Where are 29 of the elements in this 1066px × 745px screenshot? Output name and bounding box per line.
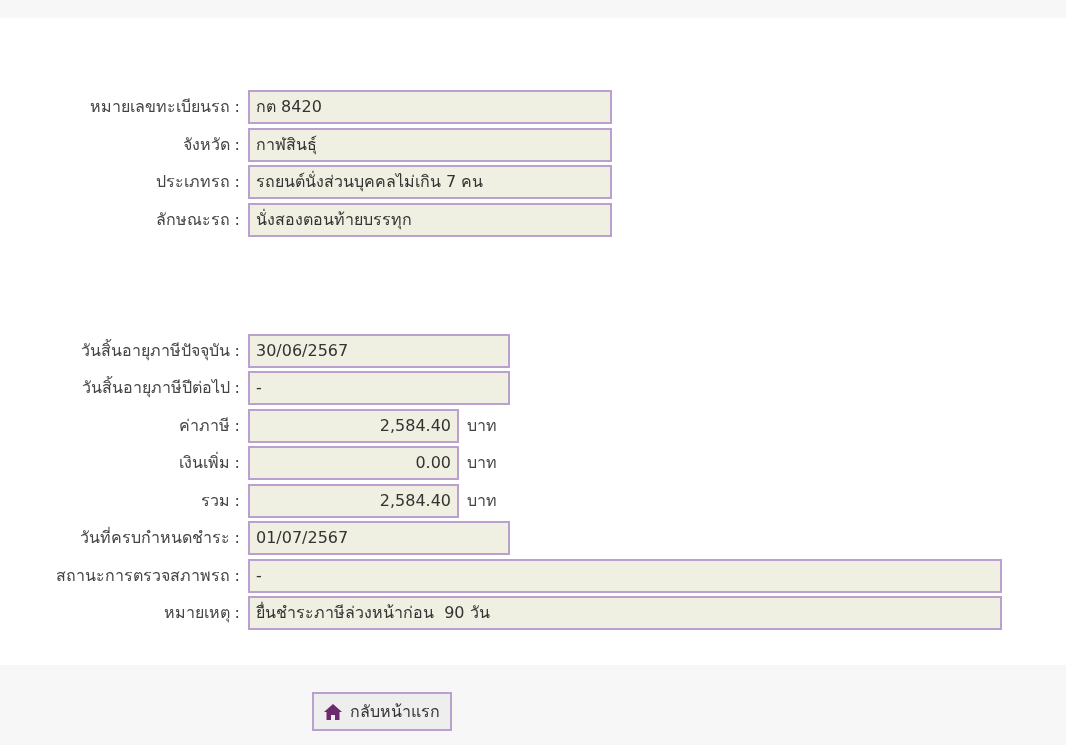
field-value: - [248,371,510,405]
field-label: รวม : [199,489,241,512]
field-label: วันสิ้นอายุภาษีปัจจุบัน : [79,338,241,363]
field-value: 30/06/2567 [248,333,510,368]
field-label: ค่าภาษี : [177,414,241,437]
unit-label: บาท [467,414,497,437]
field-label: หมายเหตุ : [162,602,241,625]
field-value: กาฬสินธุ์ [248,127,612,162]
field-label: สถานะการตรวจสภาพรถ : [54,564,241,587]
field-value: 2,584.40 [248,408,459,443]
unit-label: บาท [467,489,497,512]
home-icon [324,703,342,720]
field-label: หมายเลขทะเบียนรถ : [88,96,241,118]
field-label: จังหวัด : [181,133,241,156]
field-label: เงินเพิ่ม : [177,451,241,474]
field-value: 0.00 [248,446,459,480]
field-value: นั่งสองตอนท้ายบรรทุก [248,202,612,237]
unit-label: บาท [467,452,497,474]
home-button[interactable]: กลับหน้าแรก [312,692,452,731]
field-value: รถยนต์นั่งส่วนบุคคลไม่เกิน 7 คน [248,165,612,199]
field-value: กต 8420 [248,90,612,124]
field-value: 01/07/2567 [248,521,510,555]
field-label: วันสิ้นอายุภาษีปีต่อไป : [80,376,241,400]
field-label: วันที่ครบกำหนดชำระ : [78,526,241,549]
field-label: ลักษณะรถ : [154,208,241,231]
field-value: - [248,558,1002,593]
field-value: 2,584.40 [248,483,459,518]
field-label: ประเภทรถ : [154,171,241,193]
field-value: ยื่นชำระภาษีล่วงหน้าก่อน 90 วัน [248,596,1002,630]
